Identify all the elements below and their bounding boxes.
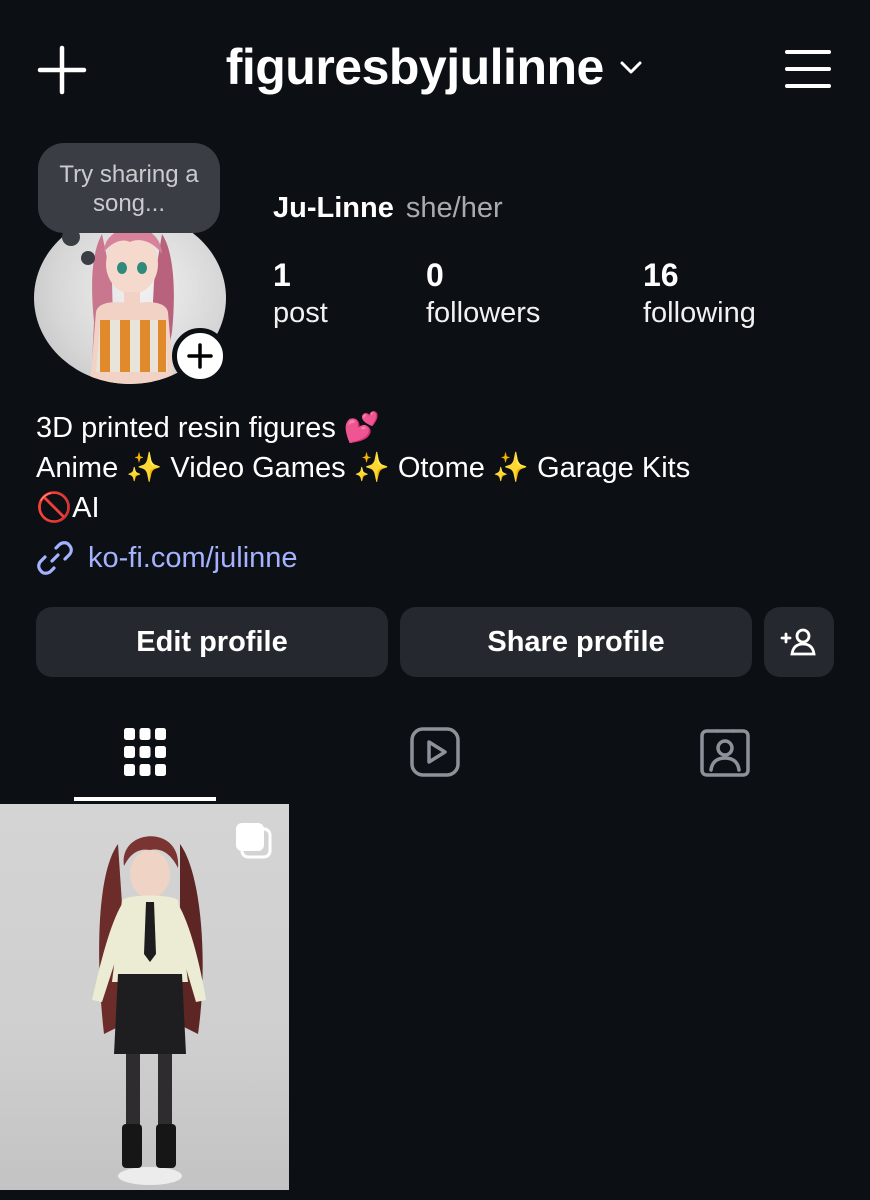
account-switcher[interactable]: figuresbyjulinne — [0, 38, 870, 102]
stat-value: 16 — [643, 257, 679, 293]
tagged-person-icon — [700, 729, 750, 777]
figure-photo — [92, 836, 206, 1185]
menu-button[interactable] — [784, 48, 832, 90]
edit-profile-label: Edit profile — [136, 625, 288, 658]
stat-label: following — [643, 297, 756, 329]
stat-following[interactable]: 16 following — [643, 256, 756, 332]
bio: 3D printed resin figures 💕 Anime ✨ Video… — [36, 408, 690, 528]
stat-value: 1 — [273, 257, 291, 293]
edit-profile-button[interactable]: Edit profile — [36, 607, 388, 677]
plus-icon — [187, 343, 213, 369]
bio-line: Anime ✨ Video Games ✨ Otome ✨ Garage Kit… — [36, 452, 691, 484]
display-name: Ju-Linne — [273, 192, 394, 224]
hamburger-menu-icon — [785, 50, 831, 88]
carousel-icon — [236, 823, 272, 859]
note-placeholder: Try sharing a song... — [59, 161, 199, 217]
add-story-button[interactable] — [172, 328, 228, 384]
bio-line: 🚫AI — [36, 492, 100, 524]
name-line: Ju-Linne she/her — [273, 192, 503, 225]
profile-link[interactable]: ko-fi.com/julinne — [36, 538, 298, 578]
pronouns: she/her — [405, 192, 503, 224]
note-bubble-tail — [62, 228, 80, 246]
note-bubble[interactable]: Try sharing a song... — [38, 143, 220, 233]
add-person-icon — [780, 628, 816, 656]
tab-tagged[interactable] — [697, 722, 753, 782]
stat-label: post — [273, 297, 328, 329]
stat-value: 0 — [426, 257, 444, 293]
grid-icon — [124, 728, 166, 776]
reels-icon — [410, 727, 460, 777]
stat-label: followers — [426, 297, 541, 329]
share-profile-button[interactable]: Share profile — [400, 607, 752, 677]
link-text: ko-fi.com/julinne — [88, 541, 298, 574]
tab-posts[interactable] — [117, 722, 173, 782]
stat-posts[interactable]: 1 post — [273, 256, 328, 332]
bio-line: 3D printed resin figures 💕 — [36, 412, 380, 444]
note-bubble-tail — [81, 251, 95, 265]
post-thumbnail[interactable] — [0, 804, 289, 1190]
chevron-down-icon — [620, 61, 642, 74]
active-tab-indicator — [74, 797, 216, 801]
top-bar: figuresbyjulinne — [0, 0, 870, 140]
stat-followers[interactable]: 0 followers — [426, 256, 540, 332]
discover-people-button[interactable] — [764, 607, 834, 677]
profile-screen: figuresbyjulinne Try sharing a song... J… — [0, 0, 870, 1200]
tab-reels[interactable] — [407, 722, 463, 782]
share-profile-label: Share profile — [487, 625, 665, 658]
username-title: figuresbyjulinne — [225, 39, 605, 95]
link-icon — [37, 541, 73, 575]
